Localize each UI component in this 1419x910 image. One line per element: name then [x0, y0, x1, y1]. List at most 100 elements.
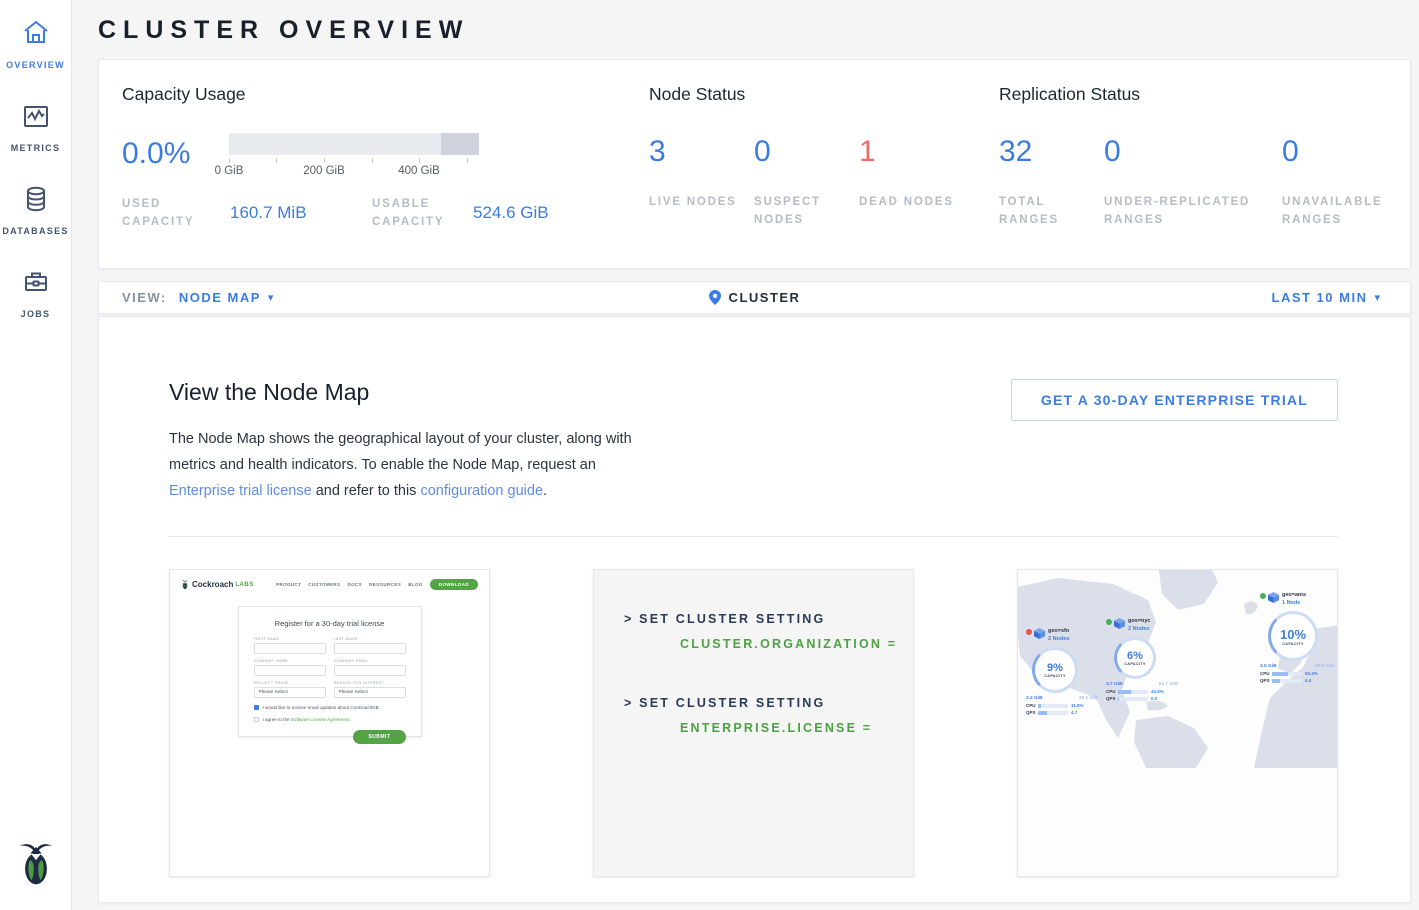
description-text: The Node Map shows the geographical layo…: [169, 431, 632, 473]
mini-select: Please Select: [254, 687, 326, 698]
node-capacity-percent: 6%: [1127, 650, 1143, 662]
mini-submit-button: SUBMIT: [353, 730, 405, 744]
qps-label: QPS: [1026, 710, 1038, 715]
map-node-sfo: geo=sfo 2 Nodes 9% CAPACITY 3.2 GiB 35.1…: [1026, 628, 1098, 715]
enterprise-trial-license-link[interactable]: Enterprise trial license: [169, 483, 312, 499]
mini-input: [254, 665, 326, 676]
mini-select: Please Select: [334, 687, 406, 698]
unavailable-ranges-value: 0: [1282, 137, 1387, 167]
breadcrumb-cluster: CLUSTER: [729, 290, 801, 305]
axis-tick-label: 0 GiB: [215, 165, 244, 177]
step2-card: > SET CLUSTER SETTING CLUSTER.ORGANIZATI…: [593, 569, 914, 877]
mini-nav-blog: BLOG: [408, 582, 423, 587]
cpu-label: CPU: [1026, 703, 1038, 708]
mini-nav-customers: CUSTOMERS: [308, 582, 340, 587]
axis-tick-label: 200 GiB: [303, 165, 345, 177]
qps-bar: [1118, 697, 1148, 701]
briefcase-icon: [0, 267, 72, 297]
map-node-nyc: geo=nyc 2 Nodes 6% CAPACITY 3.7 GiB 63.7…: [1106, 618, 1178, 701]
mini-field-label: REASON FOR INTEREST: [334, 681, 406, 685]
qps-label: QPS: [1106, 696, 1118, 701]
capacity-label: CAPACITY: [1282, 642, 1304, 646]
section-divider: [169, 536, 1338, 537]
description-text: .: [543, 483, 547, 499]
mini-field-label: COMPANY EMAIL: [334, 659, 406, 663]
sidebar-item-overview[interactable]: OVERVIEW: [0, 0, 72, 83]
time-range-dropdown[interactable]: LAST 10 MIN ▾: [1272, 290, 1381, 305]
sidebar-item-jobs[interactable]: JOBS: [0, 249, 72, 332]
metrics-chart-icon: [0, 101, 72, 131]
sidebar-item-metrics[interactable]: METRICS: [0, 83, 72, 166]
sidebar-item-databases[interactable]: DATABASES: [0, 166, 72, 249]
dead-nodes-stat: 1 DEAD NODES: [859, 137, 964, 230]
cpu-value: 11.0%: [1071, 703, 1084, 708]
cluster-summary-panel: Capacity Usage 0.0% 0 GiB 200 GiB: [98, 59, 1411, 269]
sidebar-item-label: OVERVIEW: [6, 60, 65, 70]
capacity-usage-section: Capacity Usage 0.0% 0 GiB 200 GiB: [122, 84, 649, 268]
view-selector-dropdown[interactable]: NODE MAP: [179, 290, 261, 305]
capacity-usage-title: Capacity Usage: [122, 84, 649, 105]
mini-nav-product: PRODUCT: [276, 582, 301, 587]
cpu-label: CPU: [1260, 671, 1272, 676]
brand-name: Cockroach: [192, 580, 233, 589]
capacity-bar: 0 GiB 200 GiB 400 GiB: [229, 133, 479, 179]
node-status-section: Node Status 3 LIVE NODES 0 SUSPECT NODES…: [649, 84, 999, 268]
view-bar: VIEW: NODE MAP ▾ CLUSTER LAST 10 MIN ▾: [98, 281, 1411, 314]
node-map-thumbnail: geo=sfo 2 Nodes 9% CAPACITY 3.2 GiB 35.1…: [1018, 570, 1337, 876]
node-count: 1 Node: [1282, 600, 1300, 606]
live-nodes-label: LIVE NODES: [649, 193, 744, 211]
mini-checkbox-checked: [254, 705, 259, 710]
trial-registration-form: Register for a 30-day trial license FIRS…: [238, 606, 422, 737]
capacity-donut: 10% CAPACITY: [1268, 611, 1318, 661]
step1-card: Cockroach LABS PRODUCT CUSTOMERS DOCS RE…: [169, 569, 490, 877]
usable-capacity-label: USABLE CAPACITY: [372, 195, 457, 232]
capacity-label: CAPACITY: [1044, 674, 1066, 678]
step1-caption: Step 1: Get a trial license delivered st…: [170, 876, 489, 877]
sidebar: OVERVIEW METRICS DATABASES: [0, 0, 72, 910]
sidebar-item-label: JOBS: [21, 309, 51, 319]
view-label: VIEW:: [122, 290, 167, 305]
sql-line: ENTERPRISE.LICENSE =: [680, 721, 913, 736]
mini-input: [254, 643, 326, 654]
capacity-donut: 9% CAPACITY: [1032, 647, 1078, 693]
node-status-dot-green: [1106, 619, 1112, 625]
mini-checkbox-label: I agree to the Software License Agreemen…: [263, 717, 351, 722]
step3-caption: Step 3: Refer this configuration guide t…: [1018, 876, 1337, 877]
time-range-value: LAST 10 MIN: [1272, 290, 1368, 305]
mini-download-button: DOWNLOAD: [430, 579, 478, 590]
capacity-axis-ticks: [229, 155, 479, 163]
capacity-bar-reserved-segment: [441, 133, 479, 155]
sql-line: > SET CLUSTER SETTING: [624, 612, 913, 627]
node-locality: geo=sfo: [1048, 628, 1069, 634]
node-status-title: Node Status: [649, 84, 999, 105]
enterprise-trial-button[interactable]: GET A 30-DAY ENTERPRISE TRIAL: [1011, 379, 1338, 421]
breadcrumb[interactable]: CLUSTER: [709, 290, 801, 305]
step3-card: geo=sfo 2 Nodes 9% CAPACITY 3.2 GiB 35.1…: [1017, 569, 1338, 877]
suspect-nodes-value: 0: [754, 137, 859, 167]
page-title: CLUSTER OVERVIEW: [98, 16, 1419, 45]
qps-value: 0.0: [1151, 696, 1157, 701]
capacity-used-percent: 0.0%: [122, 133, 229, 169]
mini-field-label: PROJECT PHASE: [254, 681, 326, 685]
capacity-bar-track: [229, 133, 479, 155]
node-cube-icon: [1268, 592, 1279, 603]
unavailable-ranges-label: UNAVAILABLE RANGES: [1282, 193, 1377, 230]
node-count: 2 Nodes: [1048, 636, 1069, 642]
replication-status-section: Replication Status 32 TOTAL RANGES 0 UND…: [999, 84, 1387, 268]
node-cube-icon: [1034, 628, 1045, 639]
cockroachdb-logo[interactable]: [17, 839, 55, 892]
home-icon: [0, 18, 72, 48]
live-nodes-stat: 3 LIVE NODES: [649, 137, 754, 230]
sql-line: > SET CLUSTER SETTING: [624, 696, 913, 711]
capacity-donut: 6% CAPACITY: [1114, 637, 1156, 679]
node-capacity-percent: 10%: [1280, 627, 1306, 642]
trial-registration-thumbnail: Cockroach LABS PRODUCT CUSTOMERS DOCS RE…: [170, 570, 489, 876]
node-status-dot-red: [1026, 629, 1032, 635]
total-ranges-label: TOTAL RANGES: [999, 193, 1094, 230]
qps-value: 4.7: [1071, 710, 1077, 715]
chevron-down-icon: ▾: [1374, 291, 1380, 304]
chevron-down-icon[interactable]: ▾: [268, 291, 274, 304]
usable-capacity-value: 524.6 GiB: [473, 203, 649, 223]
configuration-guide-link[interactable]: configuration guide: [420, 483, 543, 499]
description-text: and refer to this: [316, 483, 417, 499]
